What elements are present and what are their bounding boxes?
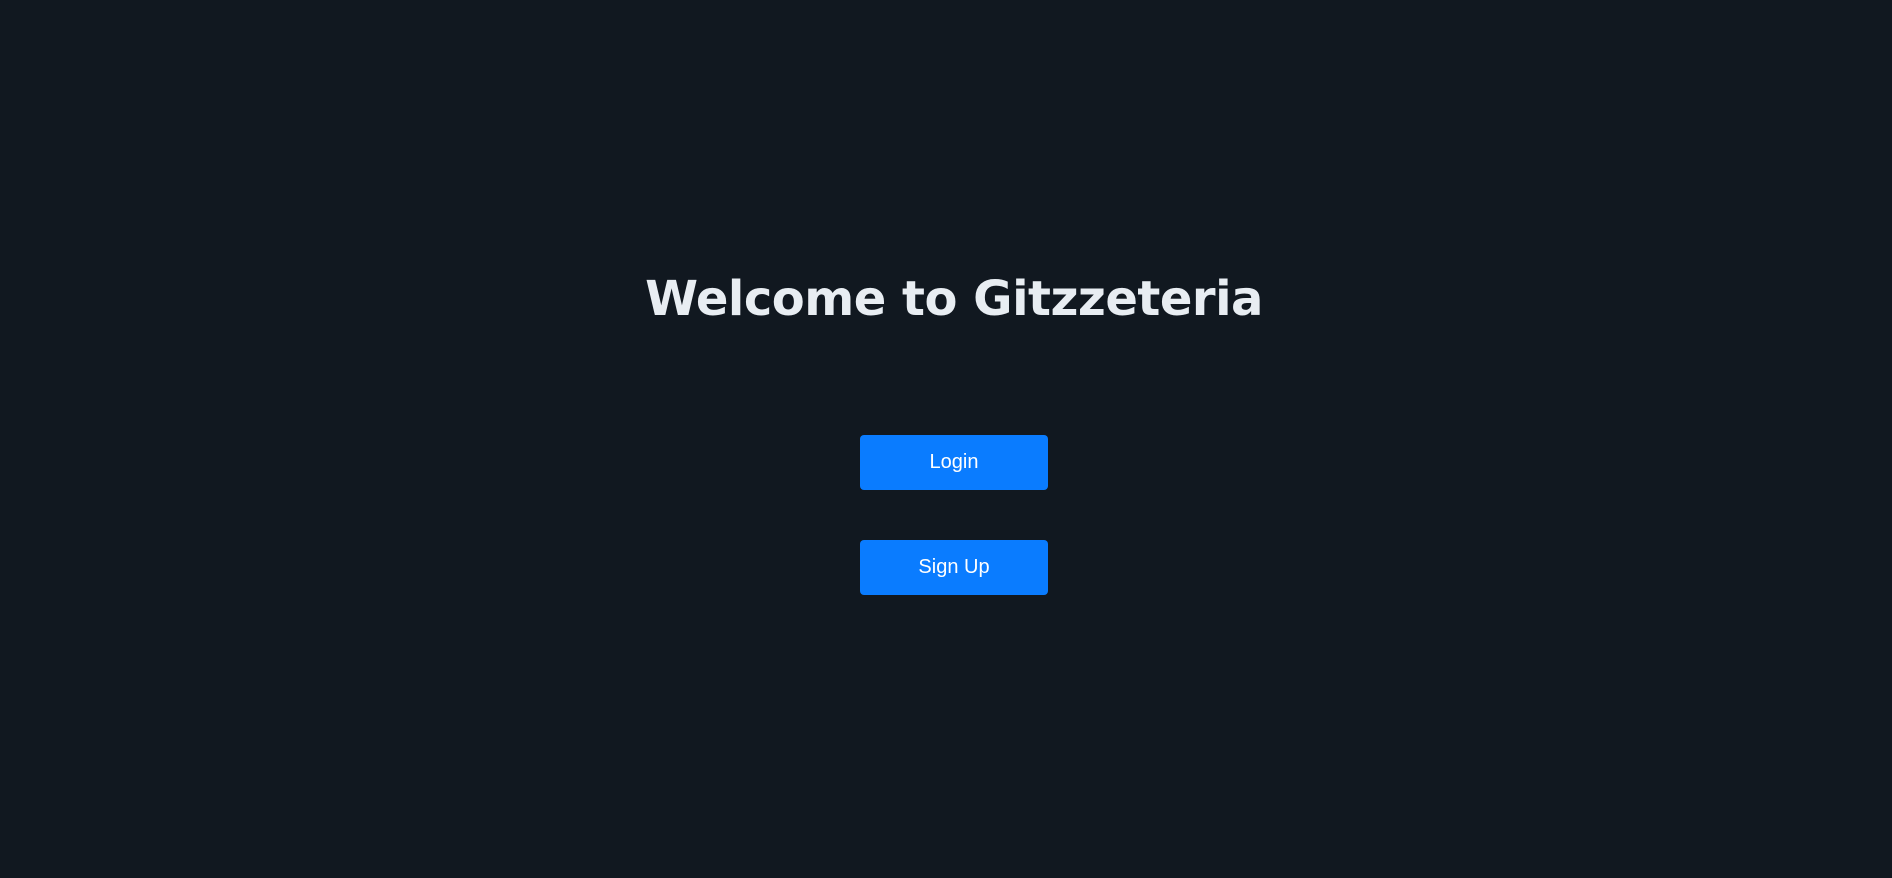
welcome-page: Welcome to Gitzzeteria Login Sign Up bbox=[0, 0, 1892, 878]
signup-button[interactable]: Sign Up bbox=[860, 540, 1048, 595]
page-title: Welcome to Gitzzeteria bbox=[645, 271, 1263, 327]
login-button[interactable]: Login bbox=[860, 435, 1048, 490]
